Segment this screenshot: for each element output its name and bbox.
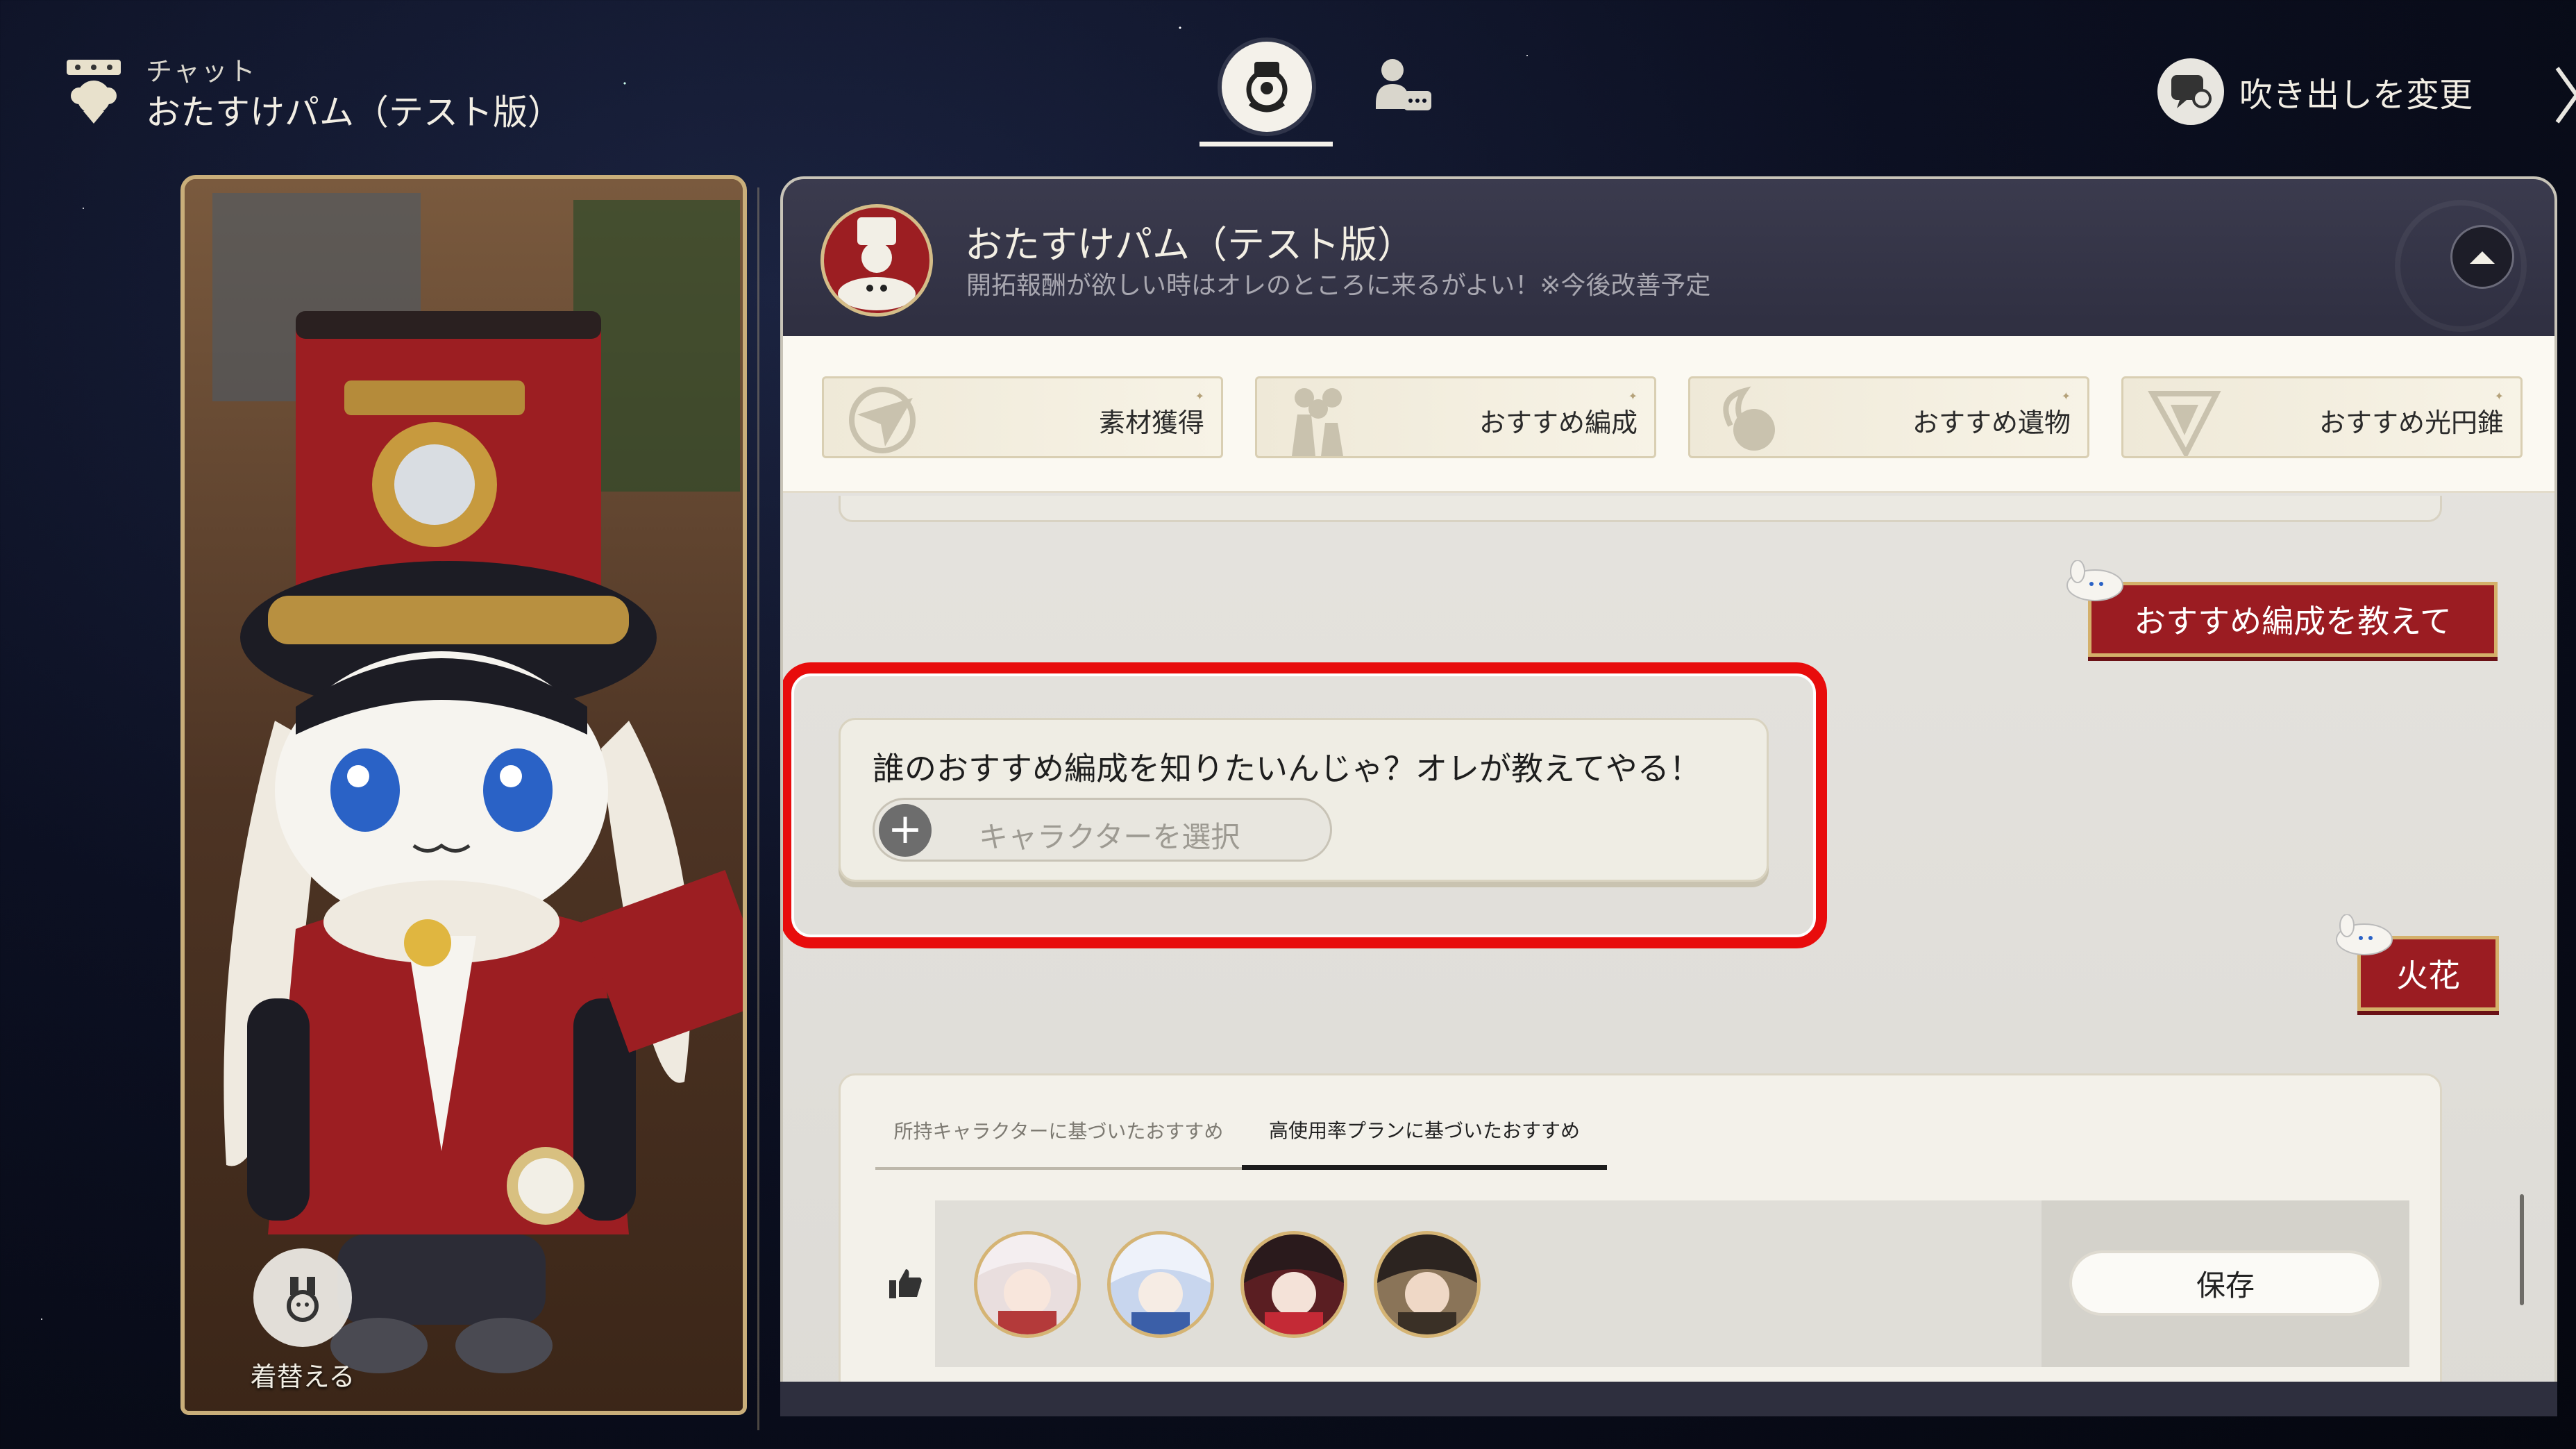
- quick-action-team[interactable]: ✦ おすすめ編成: [1255, 376, 1656, 458]
- chat-input-bar: [780, 1382, 2557, 1416]
- quick-action-label: おすすめ光円錐: [2318, 408, 2504, 438]
- collapse-button[interactable]: [2450, 225, 2514, 289]
- light-cone-icon: [2148, 391, 2221, 456]
- quick-action-materials[interactable]: ✦ 素材獲得: [822, 376, 1223, 458]
- outfit-icon: [253, 1248, 352, 1347]
- team-row: 保存: [875, 1200, 2409, 1367]
- bubble-style-icon: [2157, 58, 2224, 125]
- chat-contact-description: 開拓報酬が欲しい時はオレのところに来るがよい！※今後改善予定: [966, 271, 1711, 300]
- pom-chat-icon: [1246, 62, 1288, 112]
- pom-pom-character-illustration: [185, 179, 743, 1411]
- thumbs-up-icon[interactable]: [875, 1200, 935, 1367]
- character-avatar[interactable]: [1374, 1231, 1481, 1338]
- quick-action-label: おすすめ遺物: [1912, 408, 2071, 438]
- user-message-text: おすすめ編成を教えて: [2134, 603, 2452, 640]
- change-outfit-label: 着替える: [250, 1362, 355, 1392]
- header-title: おたすけパム（テスト版）: [146, 92, 562, 133]
- team-recommendation-card: 所持キャラクターに基づいたおすすめ 高使用率プランに基づいたおすすめ 保存: [839, 1073, 2442, 1407]
- user-message-bubble: 火花: [2336, 914, 2499, 1011]
- character-avatar[interactable]: [1107, 1231, 1214, 1338]
- chat-scrollbar[interactable]: [2520, 1194, 2524, 1305]
- header-subtitle: チャット: [146, 56, 257, 87]
- quick-action-light-cone[interactable]: ✦ おすすめ光円錐: [2121, 376, 2523, 458]
- chat-header: おたすけパム（テスト版） 開拓報酬が欲しい時はオレのところに来るがよい！※今後改…: [783, 179, 2554, 336]
- relic-icon: [1723, 386, 1775, 451]
- user-message-text: 火花: [2396, 957, 2460, 994]
- change-outfit-button[interactable]: 着替える: [233, 1248, 372, 1393]
- character-panel: 着替える: [180, 175, 747, 1415]
- tab-chat[interactable]: [1222, 42, 1312, 132]
- previous-message-edge: [839, 496, 2442, 522]
- save-area: 保存: [2042, 1200, 2409, 1367]
- chat-app-icon: [64, 57, 124, 126]
- contacts-chat-icon: [1376, 59, 1431, 110]
- tab-chat-indicator: [1199, 142, 1333, 146]
- character-avatar[interactable]: [1240, 1231, 1347, 1338]
- chevron-right-icon[interactable]: [2553, 64, 2576, 126]
- user-message-bubble: おすすめ編成を教えて: [2066, 560, 2498, 657]
- tab-high-usage[interactable]: 高使用率プランに基づいたおすすめ: [1242, 1094, 1607, 1170]
- pom-sticker-icon: [2066, 560, 2123, 601]
- quick-action-label: 素材獲得: [1098, 408, 1204, 438]
- quick-action-relics[interactable]: ✦ おすすめ遺物: [1688, 376, 2089, 458]
- tab-owned-characters[interactable]: 所持キャラクターに基づいたおすすめ: [875, 1094, 1242, 1170]
- change-bubble-button[interactable]: 吹き出しを変更: [2157, 58, 2473, 125]
- tab-contacts[interactable]: [1357, 42, 1447, 132]
- chat-contact-name: おたすけパム（テスト版）: [965, 223, 1415, 267]
- paper-plane-icon: [849, 387, 916, 453]
- change-bubble-label: 吹き出しを変更: [2239, 76, 2473, 115]
- team-icon: [1292, 388, 1343, 456]
- chevron-up-icon: [2470, 251, 2495, 264]
- quick-action-label: おすすめ編成: [1479, 408, 1638, 438]
- pom-avatar: [820, 204, 933, 317]
- pom-sticker-icon: [2336, 914, 2393, 955]
- save-button[interactable]: 保存: [2069, 1250, 2382, 1316]
- character-avatar[interactable]: [974, 1231, 1081, 1338]
- quick-action-bar: ✦ 素材獲得 ✦ おすすめ編成 ✦ おすすめ遺物 ✦ おすすめ光円錐: [783, 336, 2554, 493]
- chat-panel: おたすけパム（テスト版） 開拓報酬が欲しい時はオレのところに来るがよい！※今後改…: [780, 176, 2557, 1416]
- highlight-annotation-box: [783, 662, 1827, 948]
